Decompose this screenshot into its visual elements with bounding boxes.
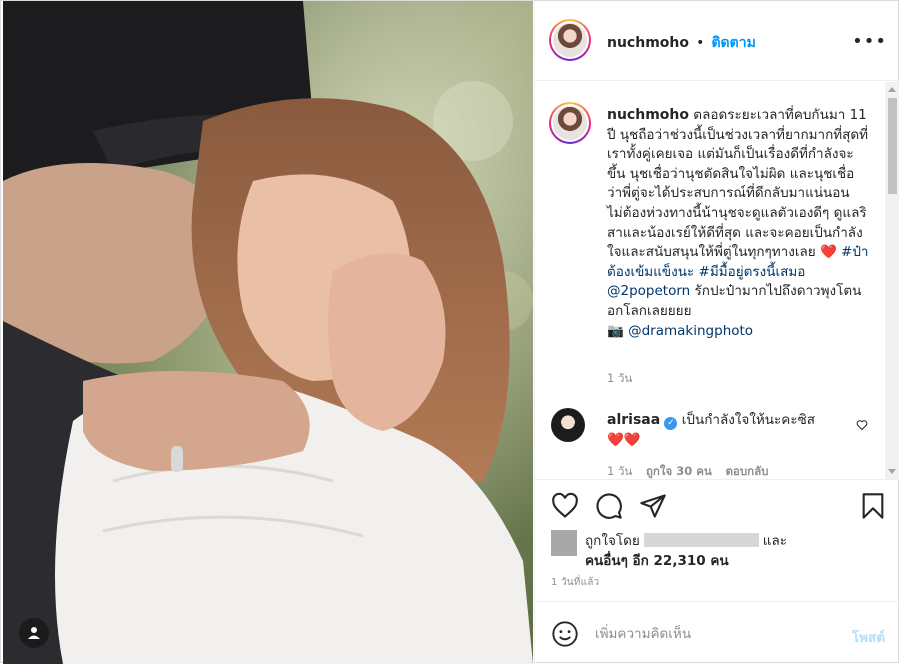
commenter-username[interactable]: alrisaa: [607, 412, 660, 428]
others-count[interactable]: คนอื่นๆ อีก 22,310 คน: [585, 552, 729, 571]
user-tags-button[interactable]: [19, 618, 49, 648]
hashtag-link[interactable]: #มีมื้อยู่ตรงนี้เสมอ: [699, 264, 806, 280]
heart-emoji: ❤️: [819, 244, 837, 261]
comment-input[interactable]: [595, 616, 835, 652]
comment-composer: โพสต์: [535, 601, 899, 664]
caption-username[interactable]: nuchmoho: [607, 107, 689, 123]
post-dialog: nuchmoho • ติดตาม ••• nuchmoho ตลอดระยะเ…: [0, 0, 899, 664]
mention-link[interactable]: @dramakingphoto: [628, 323, 753, 339]
couple-photo-illustration: [3, 1, 533, 664]
post-comment-button[interactable]: โพสต์: [852, 626, 885, 648]
post-caption: nuchmoho ตลอดระยะเวลาที่คบกันมา 11 ปี นุ…: [607, 106, 869, 341]
comments-list[interactable]: nuchmoho ตลอดระยะเวลาที่คบกันมา 11 ปี นุ…: [535, 82, 899, 479]
author-username[interactable]: nuchmoho: [607, 35, 689, 51]
heart-icon[interactable]: [551, 492, 579, 520]
emoji-icon[interactable]: [551, 620, 579, 648]
comment-hearts: ❤️❤️: [607, 432, 641, 448]
bookmark-icon[interactable]: [859, 492, 887, 520]
comment-icon[interactable]: [595, 492, 623, 520]
author-avatar[interactable]: [549, 19, 591, 61]
post-date[interactable]: 1 วันที่แล้ว: [551, 575, 599, 590]
post-header: nuchmoho • ติดตาม •••: [535, 1, 899, 81]
commenter-avatar[interactable]: [551, 408, 585, 442]
and-label: และ: [762, 533, 788, 549]
liked-by-label: ถูกใจโดย: [585, 533, 640, 549]
redacted-username: [643, 533, 759, 547]
scroll-up-icon[interactable]: [888, 87, 896, 92]
post-actions: ถูกใจโดย และ คนอื่นๆ อีก 22,310 คน 1 วันท…: [535, 479, 899, 601]
reply-button[interactable]: ตอบกลับ: [725, 464, 768, 478]
comments-scrollbar[interactable]: [885, 82, 899, 479]
follow-button[interactable]: ติดตาม: [711, 35, 755, 51]
send-icon[interactable]: [639, 492, 667, 520]
scrollbar-thumb[interactable]: [888, 98, 897, 194]
camera-emoji: 📷: [607, 322, 624, 339]
comment-meta: 1 วัน ถูกใจ 30 คน ตอบกลับ: [607, 463, 778, 479]
liker-avatar[interactable]: [551, 530, 577, 556]
header-separator: •: [696, 35, 705, 51]
comment-likes[interactable]: ถูกใจ 30 คน: [646, 464, 712, 478]
caption-text: ตลอดระยะเวลาที่คบกันมา 11 ปี นุชถือว่าช่…: [607, 107, 869, 261]
caption-time[interactable]: 1 วัน: [607, 370, 632, 388]
mention-link[interactable]: @2popetorn: [607, 283, 690, 299]
user-icon: [28, 627, 40, 639]
comment-time[interactable]: 1 วัน: [607, 464, 632, 478]
caption-author-avatar[interactable]: [549, 102, 591, 144]
comment-like-icon[interactable]: [856, 419, 868, 431]
post-side-panel: nuchmoho • ติดตาม ••• nuchmoho ตลอดระยะเ…: [534, 1, 899, 664]
post-photo[interactable]: [3, 1, 533, 664]
comment-text: เป็นกำลังใจให้นะคะซิส: [681, 412, 815, 428]
verified-badge-icon: ✓: [664, 417, 678, 430]
scroll-down-icon[interactable]: [888, 469, 896, 474]
comment: alrisaa ✓ เป็นกำลังใจให้นะคะซิส ❤️❤️: [607, 410, 851, 450]
more-horizontal-icon[interactable]: •••: [852, 31, 887, 52]
